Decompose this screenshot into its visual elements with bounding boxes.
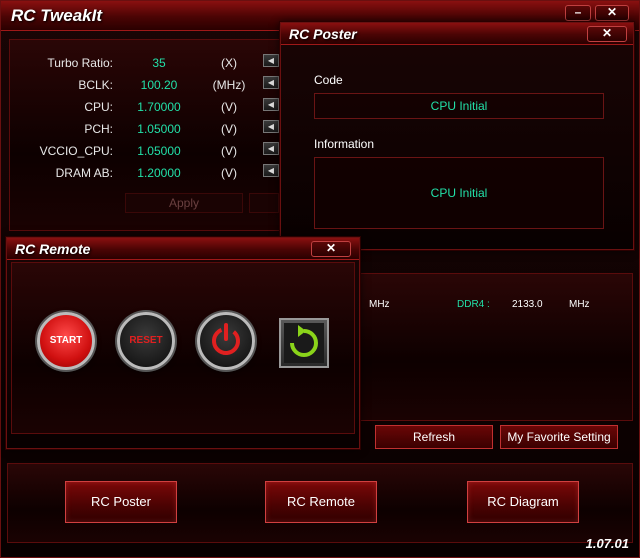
setting-label: CPU:: [84, 100, 113, 114]
code-label: Code: [314, 73, 343, 87]
setting-label: VCCIO_CPU:: [39, 144, 113, 158]
setting-value: 1.05000: [137, 144, 181, 158]
decrease-arrow-icon[interactable]: ◀: [263, 120, 279, 133]
setting-label: BCLK:: [78, 78, 113, 92]
decrease-arrow-icon[interactable]: ◀: [263, 164, 279, 177]
rc-remote-window: RC Remote ✕ START RESET: [6, 237, 360, 449]
remote-title: RC Remote: [15, 241, 91, 257]
power-button[interactable]: [197, 312, 255, 370]
setting-unit: (X): [221, 56, 237, 70]
setting-unit: (V): [221, 122, 237, 136]
ddr4-unit-label: MHz: [569, 299, 590, 310]
rc-remote-button[interactable]: RC Remote: [265, 481, 377, 523]
decrease-arrow-icon[interactable]: ◀: [263, 142, 279, 155]
setting-value: 100.20: [140, 78, 178, 92]
setting-unit: (V): [221, 166, 237, 180]
tweakit-title: RC TweakIt: [11, 6, 103, 25]
decrease-arrow-icon[interactable]: ◀: [263, 76, 279, 89]
rc-poster-window: RC Poster ✕ Code CPU Initial Information…: [280, 22, 634, 250]
decrease-arrow-icon[interactable]: ◀: [263, 98, 279, 111]
setting-unit: (MHz): [212, 78, 246, 92]
remote-titlebar[interactable]: RC Remote ✕: [7, 238, 359, 260]
setting-value: 1.70000: [137, 100, 181, 114]
tweakit-close-button[interactable]: ✕: [595, 5, 629, 21]
rc-poster-button[interactable]: RC Poster: [65, 481, 177, 523]
setting-value: 35: [152, 56, 166, 70]
setting-unit: (V): [221, 144, 237, 158]
rc-diagram-button[interactable]: RC Diagram: [467, 481, 579, 523]
reset-button[interactable]: RESET: [117, 312, 175, 370]
freq-unit-label: MHz: [369, 299, 390, 310]
poster-titlebar[interactable]: RC Poster ✕: [281, 23, 633, 45]
decrease-arrow-icon[interactable]: ◀: [263, 54, 279, 67]
version-label: 1.07.01: [585, 536, 629, 551]
start-button[interactable]: START: [37, 312, 95, 370]
remote-close-button[interactable]: ✕: [311, 241, 351, 257]
setting-unit: (V): [221, 100, 237, 114]
setting-label: PCH:: [84, 122, 113, 136]
code-field: CPU Initial: [314, 93, 604, 119]
poster-title: RC Poster: [289, 26, 357, 42]
apply-button[interactable]: Apply: [125, 193, 243, 213]
setting-value: 1.20000: [137, 166, 181, 180]
refresh-button[interactable]: Refresh: [375, 425, 493, 449]
information-field: CPU Initial: [314, 157, 604, 229]
ddr4-label: DDR4 :: [457, 299, 490, 310]
information-label: Information: [314, 137, 375, 151]
setting-value: 1.05000: [137, 122, 181, 136]
ddr4-value: 2133.0: [512, 299, 543, 310]
minimize-button[interactable]: –: [565, 5, 591, 21]
my-favorite-setting-button[interactable]: My Favorite Setting: [500, 425, 618, 449]
info-panel: [359, 273, 633, 421]
setting-label: Turbo Ratio:: [47, 56, 113, 70]
power-icon: [212, 323, 240, 355]
secondary-button[interactable]: [249, 193, 279, 213]
refresh-icon: [284, 323, 324, 363]
setting-label: DRAM AB:: [55, 166, 113, 180]
refresh-remote-button[interactable]: [279, 318, 329, 368]
poster-close-button[interactable]: ✕: [587, 26, 627, 42]
